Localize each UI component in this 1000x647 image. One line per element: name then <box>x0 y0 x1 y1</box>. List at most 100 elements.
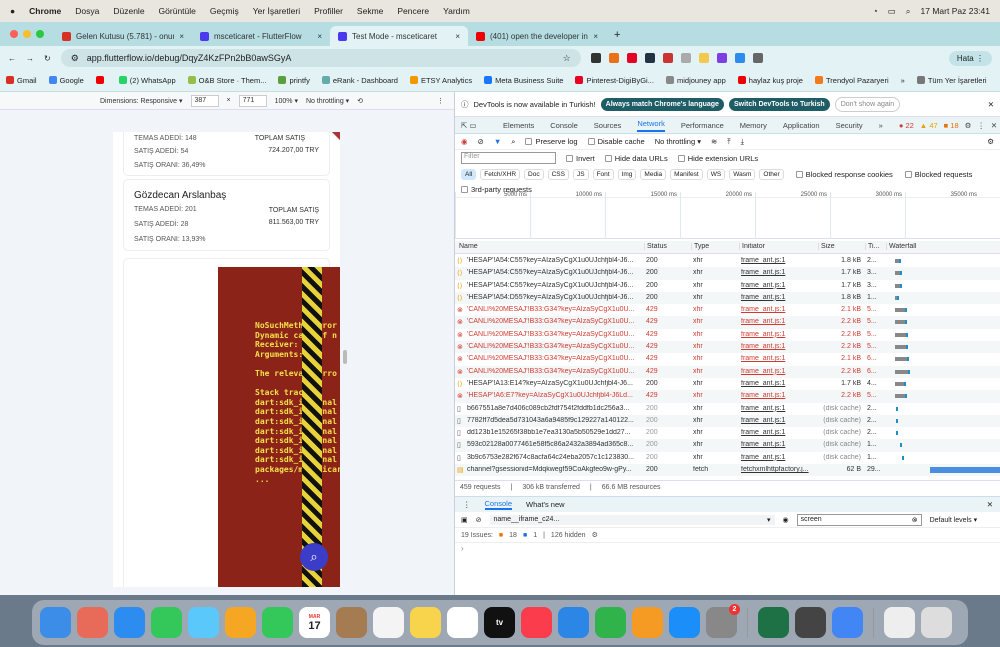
bookmark-item[interactable]: haylaz kuş proje <box>737 76 803 85</box>
issues-count-b[interactable]: 1 <box>533 532 537 539</box>
menu-item[interactable]: Profiller <box>314 6 343 16</box>
disable-cache-checkbox[interactable]: Disable cache <box>587 137 645 146</box>
cell-initiator[interactable]: frame_ant.js:1 <box>741 306 815 313</box>
dock-app-notes[interactable] <box>410 607 441 638</box>
column-header[interactable]: Size <box>818 243 863 250</box>
switch-turkish-button[interactable]: Switch DevTools to Turkish <box>728 97 830 111</box>
export-har-icon[interactable]: ⤓ <box>741 137 744 147</box>
extension-icon[interactable] <box>644 53 655 63</box>
table-row[interactable]: 593c02128a0077461e58f5c86a2432a3894ad365… <box>455 439 1000 452</box>
inspect-icon[interactable]: ⇱ ▭ <box>461 121 476 130</box>
dock-app-documents[interactable] <box>884 607 915 638</box>
filter-chip-ws[interactable]: WS <box>706 168 726 180</box>
bookmark-item[interactable]: (2) WhatsApp <box>118 76 176 85</box>
tab-performance[interactable]: Performance <box>681 121 724 130</box>
dock-app-tv[interactable]: tv <box>484 607 515 638</box>
close-tab-icon[interactable]: × <box>455 32 460 41</box>
menu-item[interactable]: Yer İşaretleri <box>253 6 300 16</box>
close-tab-icon[interactable]: × <box>179 32 184 41</box>
filter-chip-css[interactable]: CSS <box>547 168 569 180</box>
bookmark-star-icon[interactable]: ☆ <box>563 53 571 64</box>
invert-checkbox[interactable]: Invert <box>566 154 595 163</box>
column-header[interactable]: Status <box>644 243 689 250</box>
browser-tab[interactable]: (401) open the developer in f × <box>468 26 606 46</box>
eye-icon[interactable]: ◉ <box>783 516 789 524</box>
close-tab-icon[interactable]: × <box>317 32 322 41</box>
console-prompt[interactable]: › <box>461 544 464 553</box>
close-drawer-icon[interactable]: ✕ <box>987 500 993 509</box>
bookmark-item[interactable]: Pinterest-DigiByGi... <box>575 76 654 85</box>
search-icon[interactable]: ⌕ <box>511 137 515 147</box>
cell-initiator[interactable]: fetchxmlhttpfactory.j... <box>741 466 815 473</box>
browser-tab[interactable]: msceticaret - FlutterFlow × <box>192 26 330 46</box>
table-row[interactable]: 'CANLI%20MESAJ'!B33:G34?key=AIzaSyCgX1u0… <box>455 329 1000 341</box>
table-row[interactable]: 7782ff7d5dea5d731043a6a9485f9c129227a140… <box>455 414 1000 428</box>
throttling-select[interactable]: No throttling ▾ <box>655 137 701 146</box>
filter-input[interactable]: Filter <box>461 152 556 164</box>
dock-app-numbers[interactable] <box>595 607 626 638</box>
blocked-cookies-checkbox[interactable]: Blocked response cookies <box>795 170 893 179</box>
issues-count-a[interactable]: 18 <box>509 532 517 539</box>
filter-chip-doc[interactable]: Doc <box>524 168 544 180</box>
omnibox[interactable]: ⚙ app.flutterflow.io/debug/DqyZ4KzFPn2bB0… <box>60 49 581 67</box>
network-conditions-icon[interactable]: ≋ <box>711 137 717 146</box>
clock[interactable]: 17 Mart Paz 23:41 <box>921 6 990 16</box>
cell-initiator[interactable]: frame_ant.js:1 <box>741 318 815 325</box>
bookmark-item[interactable]: Trendyol Pazaryeri <box>814 76 889 85</box>
dock-app-calendar[interactable]: MAR 17 <box>299 607 330 638</box>
table-row[interactable]: 'CANLI%20MESAJ'!B33:G34?key=AIzaSyCgX1u0… <box>455 316 1000 329</box>
dock-app-unity[interactable] <box>795 607 826 638</box>
tab-elements[interactable]: Elements <box>503 121 534 130</box>
battery-icon[interactable]: ▭ <box>888 6 896 17</box>
table-row[interactable]: 'HESAP'!A6:E7?key=AIzaSyCgX1u0UJchfjbl4-… <box>455 390 1000 403</box>
browser-tab[interactable]: Gelen Kutusu (5.781) - onur@ × <box>54 26 192 46</box>
drawer-menu-icon[interactable]: ⋮ <box>463 500 471 509</box>
hide-data-urls-checkbox[interactable]: Hide data URLs <box>604 154 668 163</box>
table-row[interactable]: 'HESAP'!A54:C55?key=AIzaSyCgX1u0UJchfjbl… <box>455 267 1000 280</box>
preserve-log-checkbox[interactable]: Preserve log <box>525 137 578 146</box>
table-row[interactable]: 'HESAP'!A54:D55?key=AIzaSyCgX1u0UJchfjbl… <box>455 291 1000 305</box>
bookmark-item[interactable]: Google <box>48 76 84 85</box>
close-tab-icon[interactable]: × <box>593 32 598 41</box>
dock-app-finder[interactable] <box>40 607 71 638</box>
close-devtools-icon[interactable]: ✕ <box>991 121 997 130</box>
cell-initiator[interactable]: frame_ant.js:1 <box>741 454 815 461</box>
filter-chip-fetchxhr[interactable]: Fetch/XHR <box>480 168 521 180</box>
filter-chip-js[interactable]: JS <box>572 168 589 180</box>
sidebar-toggle-icon[interactable]: ▣ <box>461 516 468 524</box>
tab-whats-new[interactable]: What's new <box>526 500 565 509</box>
console-filter-input[interactable]: screen ⊗ <box>796 513 922 526</box>
menu-item[interactable]: Sekme <box>357 6 383 16</box>
extension-icon[interactable] <box>662 53 673 63</box>
column-header[interactable]: Ti... <box>865 243 883 250</box>
bookmark-item[interactable]: midjouney app <box>665 76 726 85</box>
table-row[interactable]: channel?gsessionid=Mdqkwegf59CoAkgfeo9w-… <box>455 464 1000 477</box>
dock-app-maps[interactable] <box>188 607 219 638</box>
bookmark-item[interactable]: ETSY Analytics <box>409 76 472 85</box>
wifi-icon[interactable]: ◔ <box>873 6 878 16</box>
dock-app-trash[interactable] <box>921 607 952 638</box>
cell-initiator[interactable]: frame_ant.js:1 <box>741 380 815 387</box>
bookmark-item[interactable]: eRank - Dashboard <box>321 76 398 85</box>
column-header[interactable]: Type <box>691 243 737 250</box>
throttle-select[interactable]: No throttling ▾ <box>306 97 349 105</box>
dimensions-select[interactable]: Dimensions: Responsive ▾ <box>100 97 183 105</box>
more-bookmarks-icon[interactable]: » <box>901 76 905 85</box>
match-language-button[interactable]: Always match Chrome's language <box>600 97 724 111</box>
console-settings-icon[interactable]: ⚙ <box>592 531 598 539</box>
rotate-icon[interactable]: ⟲ <box>357 97 363 105</box>
zoom-window-button[interactable] <box>36 30 44 38</box>
new-tab-button[interactable]: + <box>614 29 620 41</box>
search-fab-button[interactable]: ⌕ <box>300 543 328 571</box>
cell-initiator[interactable]: frame_ant.js:1 <box>741 405 815 412</box>
more-options-icon[interactable]: ⋮ <box>437 97 444 105</box>
tab-memory[interactable]: Memory <box>740 121 767 130</box>
hide-extension-urls-checkbox[interactable]: Hide extension URLs <box>677 154 758 163</box>
menu-item[interactable]: Düzenle <box>113 6 144 16</box>
tab-console[interactable]: Console <box>550 121 578 130</box>
log-levels-select[interactable]: Default levels ▾ <box>930 516 977 524</box>
table-row[interactable]: 'HESAP'!A54:C55?key=AIzaSyCgX1u0UJchfjbl… <box>455 280 1000 292</box>
bookmark-item[interactable]: Meta Business Suite <box>484 76 563 85</box>
tab-network[interactable]: Network <box>637 119 665 132</box>
resize-handle[interactable] <box>343 350 347 364</box>
